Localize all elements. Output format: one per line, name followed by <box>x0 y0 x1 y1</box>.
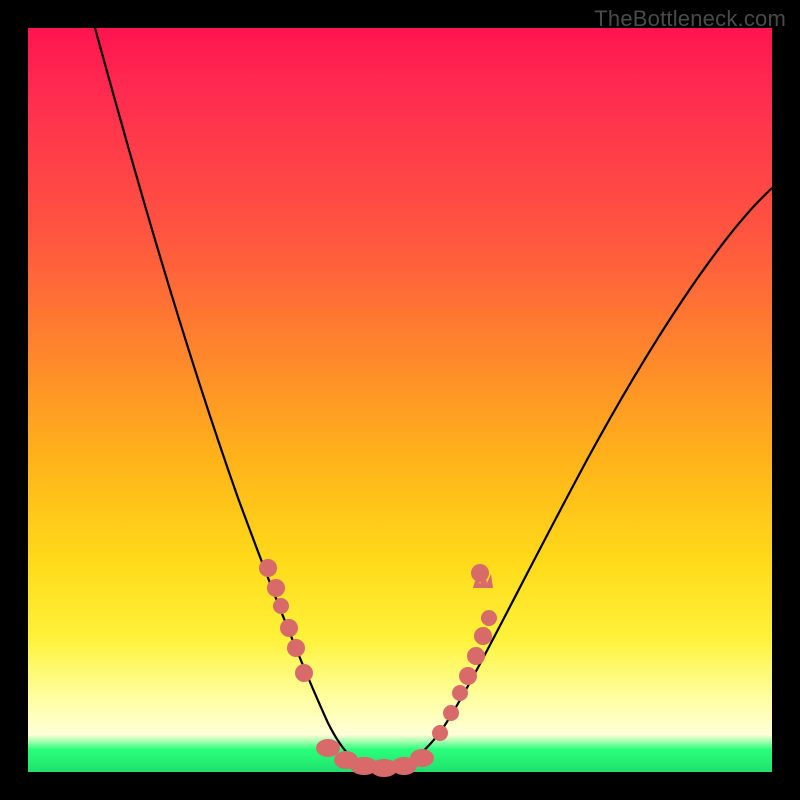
marker-dot <box>410 749 434 767</box>
marker-dot <box>459 667 477 685</box>
marker-dot <box>452 685 468 701</box>
marker-dot <box>273 598 289 614</box>
marker-dot <box>295 664 313 682</box>
marker-dot <box>443 705 459 721</box>
marker-dot <box>467 647 485 665</box>
marker-dot <box>474 627 492 645</box>
plot-area <box>28 28 772 772</box>
marker-dot <box>267 579 285 597</box>
marker-dot <box>481 610 497 626</box>
watermark-text: TheBottleneck.com <box>594 6 786 32</box>
bottleneck-curve <box>95 28 772 770</box>
marker-dot <box>316 739 340 757</box>
marker-dot <box>471 564 489 582</box>
marker-dot <box>287 639 305 657</box>
marker-dot <box>280 619 298 637</box>
curve-svg <box>28 28 772 772</box>
marker-dot <box>432 725 448 741</box>
chart-frame: TheBottleneck.com <box>0 0 800 800</box>
marker-dot <box>259 559 277 577</box>
